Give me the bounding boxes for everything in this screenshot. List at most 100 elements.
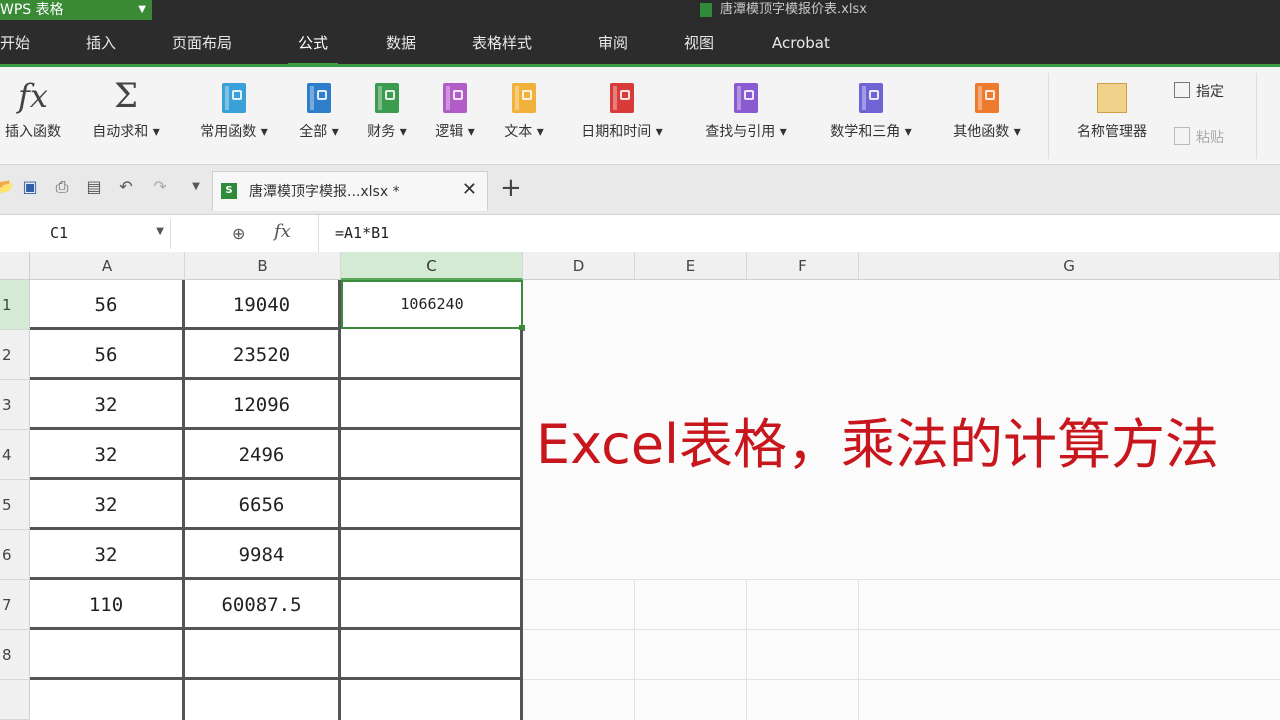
cell-a7[interactable]: 110: [30, 580, 185, 630]
tab-view[interactable]: 视图: [684, 22, 714, 64]
close-icon[interactable]: ✕: [462, 179, 477, 200]
tab-formulas[interactable]: 公式: [287, 22, 339, 66]
ribbon-separator: [1256, 73, 1257, 159]
cell-c7[interactable]: [341, 580, 523, 630]
cell-a6[interactable]: 32: [30, 530, 185, 580]
save-icon[interactable]: ▣: [20, 177, 40, 197]
select-all-corner[interactable]: [0, 252, 30, 280]
cell-b7[interactable]: 60087.5: [185, 580, 341, 630]
cell-c9[interactable]: [341, 680, 523, 720]
tab-review[interactable]: 审阅: [598, 22, 628, 64]
column-header-d[interactable]: D: [523, 252, 635, 280]
cell-b9[interactable]: [185, 680, 341, 720]
cell-a8[interactable]: [30, 630, 185, 680]
app-name: WPS 表格: [0, 2, 64, 18]
redo-icon[interactable]: ↷: [150, 177, 170, 197]
formula-input[interactable]: =A1*B1: [335, 224, 389, 242]
fx-icon[interactable]: fx: [274, 221, 291, 242]
cell-b2[interactable]: 23520: [185, 330, 341, 380]
row-header[interactable]: [0, 680, 30, 720]
cell-b6[interactable]: 9984: [185, 530, 341, 580]
all-functions-button[interactable]: 全部 ▾: [290, 73, 348, 141]
row-header[interactable]: 8: [0, 630, 30, 680]
lookup-functions-button[interactable]: 查找与引用 ▾: [690, 73, 802, 141]
cell-b4[interactable]: 2496: [185, 430, 341, 480]
chevron-down-icon: ▼: [156, 226, 164, 237]
print-preview-icon[interactable]: ▤: [84, 177, 104, 197]
cell-c4[interactable]: [341, 430, 523, 480]
common-functions-button[interactable]: 常用函数 ▾: [186, 73, 282, 141]
row-header[interactable]: 2: [0, 330, 30, 380]
other-functions-button[interactable]: 其他函数 ▾: [940, 73, 1034, 141]
print-icon[interactable]: ⎙: [52, 177, 72, 197]
cell-a4[interactable]: 32: [30, 430, 185, 480]
cell-b5[interactable]: 6656: [185, 480, 341, 530]
cell-a2[interactable]: 56: [30, 330, 185, 380]
tab-home[interactable]: 开始: [0, 22, 30, 64]
zoom-icon[interactable]: ⊕: [232, 224, 245, 243]
column-header-a[interactable]: A: [30, 252, 185, 280]
gridline: [858, 580, 859, 720]
column-header-e[interactable]: E: [635, 252, 747, 280]
function-book-icon: [859, 83, 883, 113]
app-menu-button[interactable]: WPS 表格 ▼: [0, 0, 152, 20]
gridline: [523, 579, 1280, 580]
autosum-button[interactable]: Σ 自动求和 ▾: [80, 73, 172, 141]
column-header-g[interactable]: G: [859, 252, 1280, 280]
finance-functions-button[interactable]: 财务 ▾: [358, 73, 416, 141]
folder-icon[interactable]: 📂: [0, 177, 14, 197]
cell-a1[interactable]: 56: [30, 280, 185, 330]
column-header-f[interactable]: F: [747, 252, 859, 280]
logic-functions-button[interactable]: 逻辑 ▾: [426, 73, 484, 141]
ribbon: fx 插入函数 Σ 自动求和 ▾ 常用函数 ▾ 全部 ▾ 财务 ▾ 逻辑 ▾ 文…: [0, 64, 1280, 164]
cell-c6[interactable]: [341, 530, 523, 580]
cell-c3[interactable]: [341, 380, 523, 430]
cell-a3[interactable]: 32: [30, 380, 185, 430]
cell-c2[interactable]: [341, 330, 523, 380]
cell-b1[interactable]: 19040: [185, 280, 341, 330]
datetime-functions-button[interactable]: 日期和时间 ▾: [566, 73, 678, 141]
row-header[interactable]: 3: [0, 380, 30, 430]
text-functions-button[interactable]: 文本 ▾: [494, 73, 554, 141]
tab-data[interactable]: 数据: [386, 22, 416, 64]
cell-c8[interactable]: [341, 630, 523, 680]
spreadsheet-grid: A B C D E F G 1 56 19040 1066240 2 56 23…: [0, 252, 1280, 720]
row-header[interactable]: 6: [0, 530, 30, 580]
name-box[interactable]: C1 ▼: [0, 219, 171, 249]
function-book-icon: [975, 83, 999, 113]
tab-table-style[interactable]: 表格样式: [472, 22, 532, 64]
chevron-down-icon: ▼: [138, 4, 146, 15]
cell-b3[interactable]: 12096: [185, 380, 341, 430]
row-header[interactable]: 7: [0, 580, 30, 630]
tab-page-layout[interactable]: 页面布局: [172, 22, 232, 64]
chevron-down-icon[interactable]: ▼: [186, 177, 206, 197]
row-header[interactable]: 5: [0, 480, 30, 530]
file-tab[interactable]: S 唐潭模顶字模报...xlsx * ✕: [212, 171, 488, 211]
tab-insert[interactable]: 插入: [86, 22, 116, 64]
insert-function-button[interactable]: fx 插入函数: [0, 73, 72, 141]
sigma-icon: Σ: [113, 76, 139, 116]
cell-a9[interactable]: [30, 680, 185, 720]
row-header[interactable]: 4: [0, 430, 30, 480]
tab-acrobat[interactable]: Acrobat: [772, 22, 830, 64]
spreadsheet-icon: [700, 2, 712, 17]
cell-c1-selected[interactable]: 1066240: [341, 280, 525, 331]
undo-icon[interactable]: ↶: [116, 177, 136, 197]
paste-button[interactable]: 粘贴: [1174, 127, 1224, 147]
column-header-b[interactable]: B: [185, 252, 341, 280]
ribbon-separator: [1048, 73, 1049, 159]
fx-icon: fx: [18, 77, 48, 115]
new-tab-button[interactable]: +: [500, 173, 522, 203]
cell-b8[interactable]: [185, 630, 341, 680]
clipboard-icon: [1174, 127, 1190, 145]
row-header[interactable]: 1: [0, 280, 30, 330]
function-book-icon: [734, 83, 758, 113]
name-manager-button[interactable]: 名称管理器: [1062, 73, 1162, 141]
specify-button[interactable]: 指定: [1174, 81, 1224, 101]
cell-c5[interactable]: [341, 480, 523, 530]
cell-a5[interactable]: 32: [30, 480, 185, 530]
column-header-c[interactable]: C: [341, 252, 523, 280]
math-functions-button[interactable]: 数学和三角 ▾: [814, 73, 928, 141]
function-book-icon: [443, 83, 467, 113]
function-book-icon: [307, 83, 331, 113]
